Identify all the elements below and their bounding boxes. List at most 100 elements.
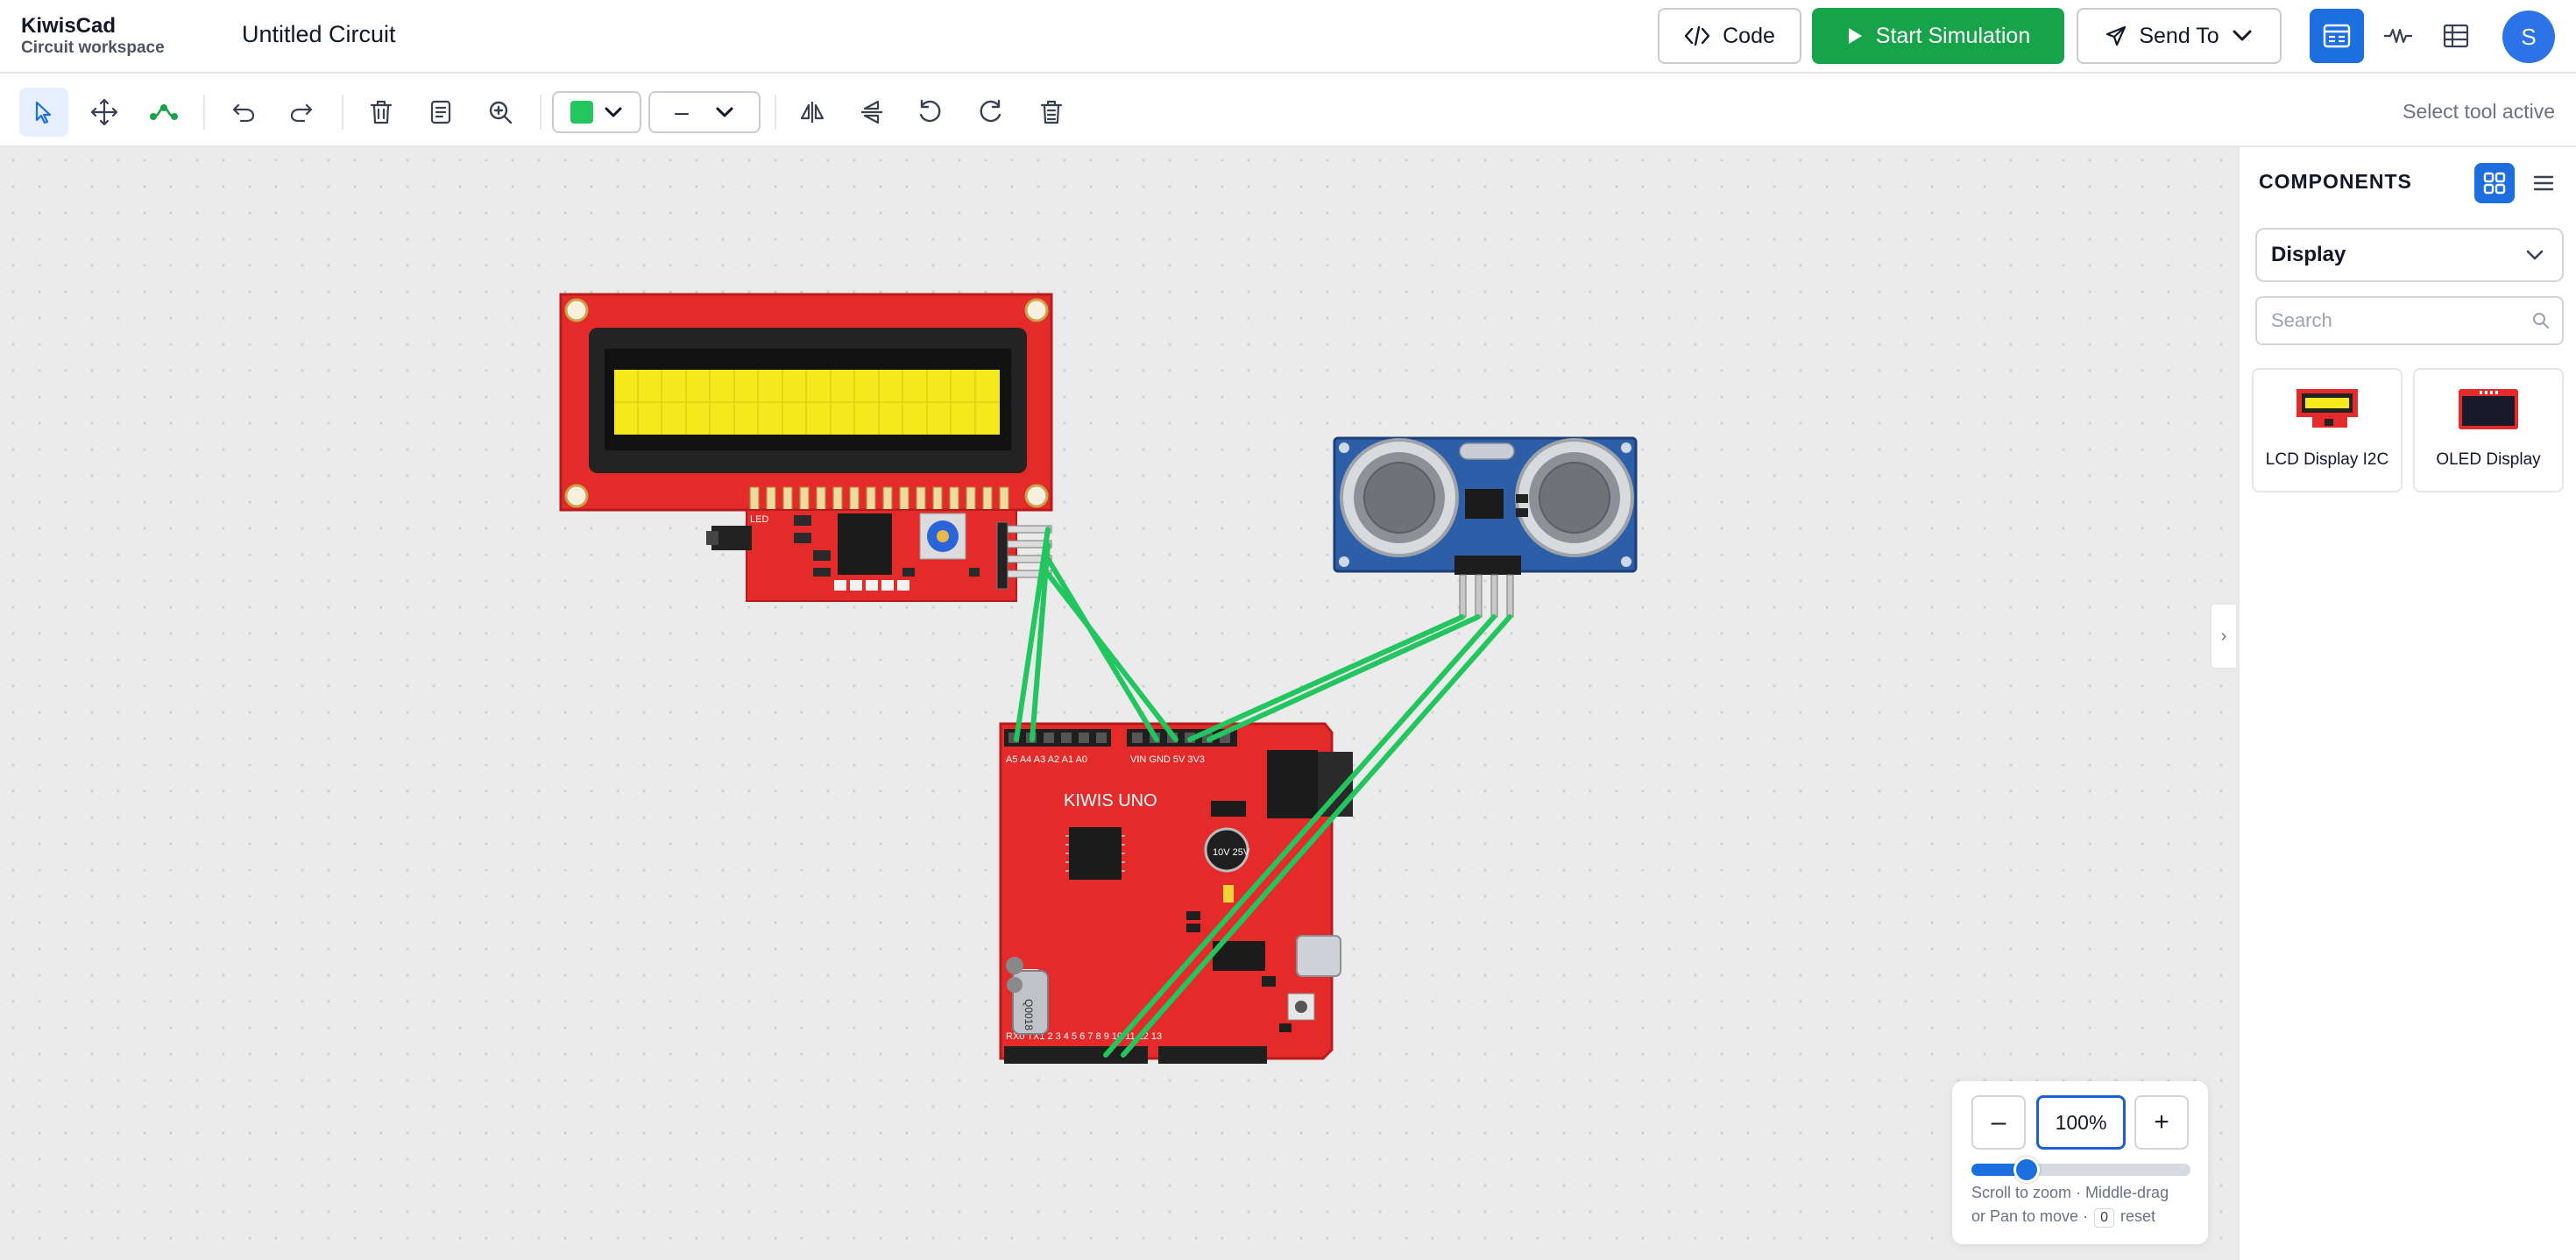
component-card-label: LCD Display I2C [2265,450,2389,469]
flip-horizontal-button[interactable] [788,88,837,137]
search-placeholder: Search [2271,309,2332,331]
sidebar-collapse-tab[interactable]: › [2210,603,2238,669]
play-icon [1848,28,1862,44]
toolbar: – Select tool active [0,75,2576,147]
category-value: Display [2271,243,2346,266]
rotate-cw-button[interactable] [966,88,1015,137]
search-icon [2533,313,2549,329]
board-view-icon [2323,24,2351,48]
wire-color-dropdown[interactable] [552,91,641,133]
tool-status: Select tool active [2403,100,2555,123]
schematic-view-button[interactable] [2371,9,2425,63]
zoom-hint-post: reset [2120,1207,2156,1225]
move-tool-button[interactable] [80,88,129,137]
zoom-tool-button[interactable] [476,88,525,137]
rotate-ccw-button[interactable] [906,88,955,137]
chevron-down-icon [605,107,622,117]
trash-icon [370,100,393,124]
zoom-level-input[interactable]: 100% [2036,1095,2126,1150]
code-button[interactable]: Code [1658,8,1801,64]
component-card-lcd-i2c[interactable]: LCD Display I2C [2252,368,2403,492]
lcd-led-label: LED [750,514,768,525]
zoom-panel: – 100% + Scroll to zoom · Middle-drag or… [1952,1081,2208,1244]
code-label: Code [1723,23,1775,48]
zoom-in-button[interactable]: + [2134,1095,2189,1150]
chevron-down-icon [2526,250,2544,260]
oled-thumbnail [2459,389,2518,429]
components-sidebar: COMPONENTS Display Search LCD Display I2… [2238,147,2576,1260]
send-icon [2106,25,2127,46]
table-view-button[interactable] [2429,9,2483,63]
send-to-button[interactable]: Send To [2077,8,2282,64]
wire-sensor-vcc[interactable] [1187,614,1465,742]
line-style-dropdown[interactable]: – [648,91,761,133]
notes-button[interactable] [416,88,465,137]
redo-button[interactable] [277,88,326,137]
component-search-input[interactable]: Search [2255,296,2564,345]
chevron-down-icon [716,107,733,117]
kiwis-uno-board-component[interactable]: A5 A4 A3 A2 A1 A0 VIN GND 5V 3V3 RX0 TX1… [999,722,1353,1064]
board-view-button[interactable] [2310,9,2364,63]
rotate-ccw-icon [919,99,941,123]
schematic-icon [2384,28,2412,44]
line-style-value: – [675,98,689,125]
toolbar-divider [203,95,205,130]
zoom-slider-track[interactable] [1971,1164,2190,1176]
list-view-button[interactable] [2523,163,2564,203]
chevron-down-icon [2233,30,2252,41]
brand: KiwisCad Circuit workspace [21,14,165,58]
document-title[interactable]: Untitled Circuit [242,21,396,48]
board-brand-label: KIWIS UNO [1064,791,1157,811]
capacitor-label: 10V 25V [1213,847,1250,858]
toolbar-divider [775,95,776,130]
code-icon [1684,25,1710,46]
redo-icon [290,103,313,123]
delete-button[interactable] [357,88,406,137]
zoom-out-button[interactable]: – [1971,1095,2026,1150]
category-select[interactable]: Display [2255,228,2564,282]
wire-icon [150,104,178,120]
brand-subtitle: Circuit workspace [21,39,165,57]
crystal-label: Q0018 [1023,999,1035,1030]
flip-vertical-icon [861,100,882,124]
start-simulation-label: Start Simulation [1875,23,2031,48]
wire-tool-button[interactable] [139,88,188,137]
list-icon [2533,175,2554,191]
move-icon [90,98,118,126]
flip-vertical-button[interactable] [847,88,896,137]
grid-icon [2483,172,2506,195]
zoom-hint-pre: or Pan to move · [1971,1207,2089,1225]
select-tool-button[interactable] [19,88,68,137]
table-icon [2443,24,2469,48]
wire-lcd-gnd[interactable] [1045,571,1178,742]
lcd-thumbnail [2296,389,2358,428]
zoom-slider-thumb[interactable] [2013,1157,2040,1183]
document-icon [430,100,451,124]
grid-view-button[interactable] [2474,163,2515,203]
zoom-hint-line1: Scroll to zoom · Middle-drag [1971,1184,2169,1201]
component-card-oled[interactable]: OLED Display [2413,368,2564,492]
user-avatar[interactable]: S [2502,11,2555,63]
undo-icon [232,103,255,123]
zoom-icon [489,101,513,124]
send-to-label: Send To [2139,23,2219,48]
reset-key: 0 [2094,1208,2114,1228]
clear-canvas-button[interactable] [1027,88,1076,137]
toolbar-divider [342,95,343,130]
analog-header-label: A5 A4 A3 A2 A1 A0 [1006,754,1087,765]
undo-button[interactable] [219,88,268,137]
ultrasonic-sensor-component[interactable] [1333,436,1638,618]
wire-lcd-vin[interactable] [1045,556,1159,742]
brand-name: KiwisCad [21,14,117,38]
zoom-hint-line2: or Pan to move · 0 reset [1971,1205,2199,1228]
cursor-icon [35,101,52,124]
app-header: KiwisCad Circuit workspace Untitled Circ… [0,0,2576,74]
toolbar-divider [540,95,541,130]
start-simulation-button[interactable]: Start Simulation [1812,8,2064,64]
trash-icon [1040,100,1063,124]
power-header-label: VIN GND 5V 3V3 [1130,754,1205,765]
circuit-canvas[interactable]: LED A5 A4 A3 A2 A1 A0 VIN GND 5V 3V3 RX0… [0,147,2238,1260]
sidebar-title: COMPONENTS [2259,170,2412,193]
rotate-cw-icon [980,99,1001,123]
lcd-display-component[interactable]: LED [559,293,1053,602]
